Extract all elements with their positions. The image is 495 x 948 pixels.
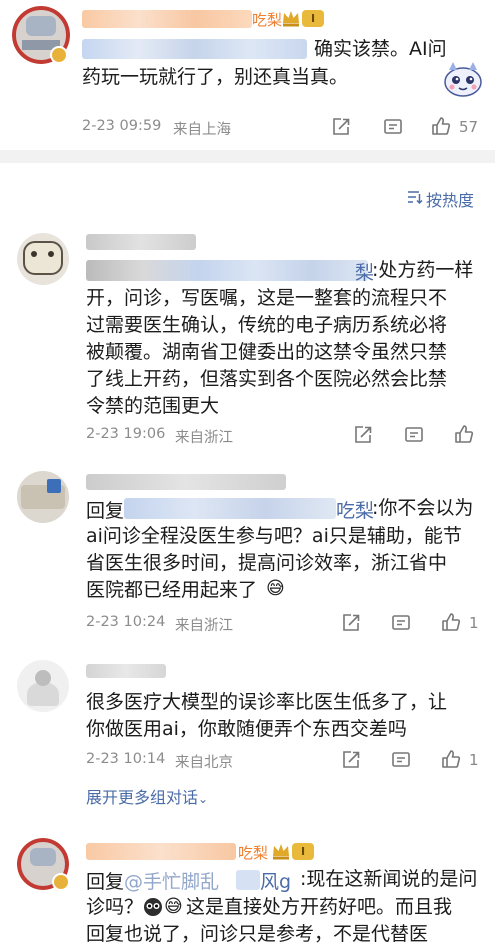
username-obscured	[86, 664, 166, 678]
comment-text-line: :现在这新闻说的是问	[300, 868, 478, 890]
comment-text-line: ai问诊全程没医生参与吧？ai只是辅助，能节	[86, 525, 462, 547]
comment-text-line: 确实该禁。AI问	[314, 38, 447, 60]
comment-text-line: 你做医用ai，你敢随便弄个东西交差吗	[86, 718, 407, 740]
mention-suffix[interactable]: 吃梨	[336, 496, 374, 523]
username-obscured	[86, 234, 196, 250]
expand-label: 展开更多组对话	[86, 788, 199, 807]
section-divider	[0, 150, 495, 163]
expand-more-conversations[interactable]: 展开更多组对话⌄	[86, 784, 208, 808]
comment-text-line: 过需要医生确认，传统的电子病历系统必将	[86, 314, 448, 336]
level-badge: I	[302, 10, 324, 27]
reply-prefix: 回复	[86, 500, 125, 522]
share-icon[interactable]	[340, 749, 362, 771]
username-obscured	[86, 474, 286, 490]
comment-text-line: 药玩一玩就行了，别还真当真。	[82, 66, 349, 88]
username-obscured	[82, 10, 252, 28]
like-icon[interactable]	[440, 611, 462, 633]
comment-date: 2-23 09:59	[82, 118, 162, 134]
username[interactable]: 吃梨	[252, 9, 282, 30]
username[interactable]: 吃梨	[238, 842, 268, 863]
mention-obscured	[86, 260, 368, 281]
sort-by-heat[interactable]: 按热度	[426, 187, 474, 211]
comment-text-line: 医院都已经用起来了	[86, 579, 258, 601]
verified-badge	[50, 46, 68, 64]
emoji-sticker	[143, 897, 163, 917]
chevron-down-icon: ⌄	[198, 792, 209, 806]
comment-date: 2-23 19:06	[86, 426, 166, 442]
comment-text-line: :你不会以为	[372, 497, 474, 519]
reply-prefix: 回复	[86, 871, 125, 893]
avatar[interactable]	[17, 471, 69, 523]
emoji-sweat: 😅	[164, 896, 183, 917]
comment-location: 来自浙江	[175, 618, 233, 634]
like-icon[interactable]	[440, 748, 462, 770]
comment-text-line: 省医生很多时间，提高问诊效率，浙江省中	[86, 552, 448, 574]
like-icon[interactable]	[453, 423, 475, 445]
comment-text-line: 了线上开药，但落实到各个医院必然会比禁	[86, 368, 448, 390]
mention-obscured	[236, 870, 260, 890]
comment-icon[interactable]	[390, 749, 412, 771]
share-icon[interactable]	[352, 424, 374, 446]
like-count: 1	[469, 751, 479, 769]
mention-obscured	[82, 39, 307, 59]
comment-text-line: 开，问诊，写医嘱，这是一整套的流程只不	[86, 287, 448, 309]
like-icon[interactable]	[430, 115, 452, 137]
username-obscured	[86, 843, 236, 860]
sticker-image	[440, 56, 486, 102]
comment-text-line: 诊吗？	[86, 896, 144, 918]
comment-date: 2-23 10:24	[86, 614, 166, 630]
comment-text-line: :处方药一样	[372, 259, 474, 281]
share-icon[interactable]	[330, 116, 352, 138]
comment-text-line: 回复也说了，问诊只是参考，不是代替医	[86, 923, 429, 945]
comment-icon[interactable]	[390, 612, 412, 634]
comment-text-line: 很多医疗大模型的误诊率比医生低多了，让	[86, 691, 448, 713]
crown-icon	[281, 8, 301, 28]
share-icon[interactable]	[340, 612, 362, 634]
like-count: 57	[459, 118, 479, 136]
verified-badge	[52, 873, 70, 891]
crown-icon	[271, 841, 291, 861]
avatar[interactable]	[17, 233, 69, 285]
mention-obscured	[124, 498, 336, 519]
level-badge: I	[292, 843, 314, 860]
comment-location: 来自北京	[175, 755, 233, 771]
like-count: 1	[469, 614, 479, 632]
avatar[interactable]	[17, 660, 69, 712]
comment-icon[interactable]	[382, 116, 404, 138]
mention[interactable]: @手忙脚乱	[124, 867, 219, 894]
comment-text-line: 被颠覆。湖南省卫健委出的这禁令虽然只禁	[86, 341, 448, 363]
mention-suffix[interactable]: 风g	[260, 867, 291, 894]
comment-icon[interactable]	[403, 424, 425, 446]
sort-icon[interactable]	[407, 189, 423, 205]
comment-text-line: 令禁的范围更大	[86, 395, 220, 417]
comment-location: 来自浙江	[175, 430, 233, 446]
comment-location: 来自上海	[173, 122, 231, 138]
emoji-sweat: 😅	[266, 578, 285, 599]
comment-date: 2-23 10:14	[86, 751, 166, 767]
comment-text-line: 这是直接处方开药好吧。而且我	[186, 896, 453, 918]
